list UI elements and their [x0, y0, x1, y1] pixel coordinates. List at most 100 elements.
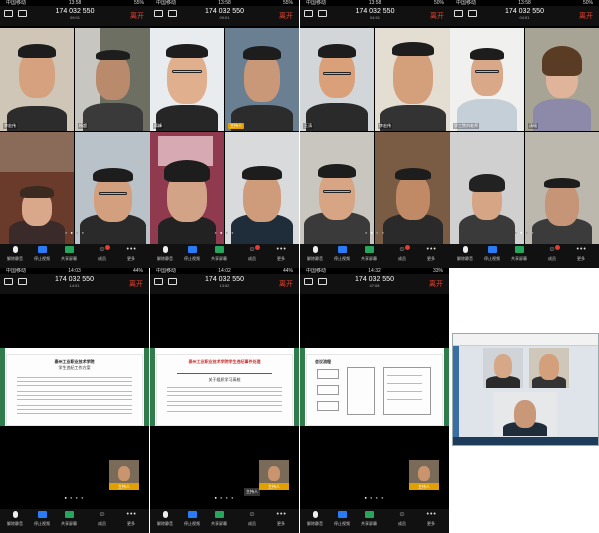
switch-camera-icon[interactable]: [318, 10, 327, 17]
stop-video-button[interactable]: 停止视频: [329, 511, 355, 527]
shared-document[interactable]: 泰州工业职业技术学院 学生违纪工作方案: [0, 348, 149, 426]
share-screen-button[interactable]: 共享屏幕: [56, 511, 82, 527]
video-tile[interactable]: 李宏伟: [0, 28, 74, 131]
meeting-info[interactable]: 174 032 550 04:51: [505, 8, 544, 20]
video-tile[interactable]: [0, 132, 74, 244]
speaker-icon[interactable]: [4, 10, 13, 17]
meeting-toolbar: 解除静音 停止视频 共享屏幕 ☺ 成员 ••• 更多: [300, 244, 450, 268]
participants-button[interactable]: ☺ 成员: [389, 511, 415, 527]
speaker-icon[interactable]: [304, 278, 313, 285]
meeting-info[interactable]: 174 032 550 47:08: [355, 276, 394, 288]
shared-document[interactable]: 泰州工业职业技术学院学生违纪事件处理 关于组织学习高校: [150, 348, 299, 426]
video-tile[interactable]: [450, 132, 524, 244]
unmute-button[interactable]: 解除静音: [2, 511, 28, 527]
share-screen-button[interactable]: 共享屏幕: [356, 246, 382, 262]
meeting-info[interactable]: 174 032 550 09:01: [205, 8, 244, 20]
leave-button[interactable]: 离开: [279, 279, 293, 289]
participants-button[interactable]: ☺ 成员: [239, 245, 265, 262]
share-screen-button[interactable]: 共享屏幕: [206, 246, 232, 262]
switch-camera-icon[interactable]: [318, 278, 327, 285]
video-tile[interactable]: 汤瑶: [525, 28, 599, 131]
participants-button[interactable]: ☺ 成员: [89, 511, 115, 527]
participants-button[interactable]: ☺ 成员: [89, 245, 115, 262]
leave-button[interactable]: 离开: [129, 279, 143, 289]
meeting-info[interactable]: 174 032 550 13:52: [205, 276, 244, 288]
more-button[interactable]: ••• 更多: [418, 511, 444, 527]
switch-camera-icon[interactable]: [168, 10, 177, 17]
unmute-button[interactable]: 解除静音: [152, 511, 178, 527]
participants-button[interactable]: ☺ 成员: [389, 245, 415, 262]
leave-button[interactable]: 离开: [429, 279, 443, 289]
participants-button[interactable]: ☺ 成员: [539, 245, 565, 262]
notification-badge: [255, 245, 260, 250]
stop-video-button[interactable]: 停止视频: [329, 246, 355, 262]
video-tile[interactable]: [525, 132, 599, 244]
switch-camera-icon[interactable]: [168, 278, 177, 285]
meeting-info[interactable]: 174 032 550 09:01: [56, 8, 95, 20]
stop-video-button[interactable]: 停止视频: [179, 511, 205, 527]
speaker-icon[interactable]: [4, 278, 13, 285]
video-tile[interactable]: 蒋峰: [150, 28, 224, 131]
stop-video-button[interactable]: 停止视频: [29, 511, 55, 527]
video-tile[interactable]: 学工院刘老师: [450, 28, 524, 131]
leave-button[interactable]: 离开: [279, 11, 293, 21]
participant-name: 蒋峰: [153, 123, 163, 129]
page-indicator: ● ● ● ●: [64, 230, 85, 235]
shared-document[interactable]: 会议流程: [300, 348, 449, 426]
microphone-icon: [312, 511, 318, 518]
switch-camera-icon[interactable]: [18, 278, 27, 285]
more-button[interactable]: ••• 更多: [118, 511, 144, 527]
share-screen-button[interactable]: 共享屏幕: [506, 246, 532, 262]
video-tile[interactable]: [150, 132, 224, 244]
meeting-info[interactable]: 174 032 550 14:01: [55, 276, 94, 288]
leave-button[interactable]: 离开: [130, 11, 144, 21]
self-view-label: 主持人: [409, 483, 439, 490]
page-indicator: ● ● ● ●: [64, 495, 85, 500]
speaker-icon[interactable]: [304, 10, 313, 17]
video-tile[interactable]: 王涛: [300, 28, 374, 131]
share-screen-button[interactable]: 共享屏幕: [56, 246, 82, 262]
video-tile[interactable]: [493, 392, 557, 436]
leave-button[interactable]: 离开: [430, 11, 444, 21]
leave-button[interactable]: 离开: [579, 11, 593, 21]
video-tile[interactable]: [483, 348, 523, 388]
video-tile[interactable]: [225, 132, 299, 244]
unmute-button[interactable]: 解除静音: [302, 511, 328, 527]
unmute-button[interactable]: 解除静音: [152, 246, 178, 262]
video-tile[interactable]: [75, 132, 150, 244]
unmute-button[interactable]: 解除静音: [452, 246, 478, 262]
speaker-icon[interactable]: [154, 278, 163, 285]
unmute-button[interactable]: 解除静音: [302, 246, 328, 262]
participants-button[interactable]: ☺ 成员: [239, 511, 265, 527]
stop-video-button[interactable]: 停止视频: [179, 246, 205, 262]
video-tile[interactable]: [300, 132, 374, 244]
video-tile[interactable]: 杨超: [75, 28, 150, 131]
video-tile[interactable]: 李宏伟: [375, 28, 450, 131]
meeting-screen-1b: 中国移动 13:58 55% 174 032 550 09:01 离开 蒋峰 主…: [150, 0, 299, 268]
speaker-icon[interactable]: [154, 10, 163, 17]
self-view[interactable]: 主持人: [409, 460, 439, 490]
more-button[interactable]: ••• 更多: [568, 246, 594, 262]
more-button[interactable]: ••• 更多: [268, 511, 294, 527]
video-tile[interactable]: 主持人: [225, 28, 299, 131]
share-screen-button[interactable]: 共享屏幕: [206, 511, 232, 527]
more-button[interactable]: ••• 更多: [118, 246, 144, 262]
microphone-icon: [162, 246, 168, 253]
stop-video-button[interactable]: 停止视频: [479, 246, 505, 262]
more-button[interactable]: ••• 更多: [418, 246, 444, 262]
meeting-screen-1: 中国移动 13:58 55% 174 032 550 09:01 离开 李宏伟 …: [0, 0, 150, 268]
video-tile[interactable]: [529, 348, 569, 388]
more-button[interactable]: ••• 更多: [268, 246, 294, 262]
switch-camera-icon[interactable]: [18, 10, 27, 17]
speaker-icon[interactable]: [454, 10, 463, 17]
unmute-button[interactable]: 解除静音: [2, 246, 28, 262]
video-tile[interactable]: [375, 132, 450, 244]
meeting-screen-2b: 中国移动 13:58 50% 174 032 550 04:51 离开 学工院刘…: [450, 0, 599, 268]
switch-camera-icon[interactable]: [468, 10, 477, 17]
people-icon: ☺: [248, 511, 256, 518]
self-view[interactable]: 主持人: [259, 460, 289, 490]
self-view[interactable]: 主持人: [109, 460, 139, 490]
share-screen-button[interactable]: 共享屏幕: [356, 511, 382, 527]
stop-video-button[interactable]: 停止视频: [29, 246, 55, 262]
meeting-info[interactable]: 174 032 550 04:51: [356, 8, 395, 20]
